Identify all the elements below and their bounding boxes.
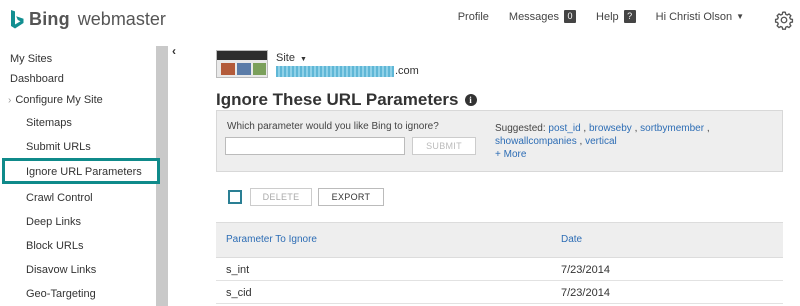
suggestion-link[interactable]: vertical (585, 136, 617, 147)
parameters-table: Parameter To Ignore Date s_int 7/23/2014… (216, 222, 783, 304)
parameter-input[interactable] (225, 137, 405, 155)
more-suggestions-link[interactable]: + More (495, 148, 775, 161)
caret-down-icon: ▼ (300, 56, 307, 63)
main-content: Site ▼ .com Ignore These URL Parameters … (216, 46, 800, 306)
suggested-label: Suggested: (495, 123, 546, 134)
column-header-parameter[interactable]: Parameter To Ignore (226, 234, 317, 245)
suggested-parameters: Suggested: post_id , browseby , sortbyme… (495, 122, 775, 161)
sidebar-item-crawl-control[interactable]: Crawl Control (26, 192, 93, 204)
submit-button[interactable]: SUBMIT (412, 137, 476, 155)
date-cell: 7/23/2014 (561, 287, 610, 299)
site-label: Site (276, 52, 295, 64)
table-row[interactable]: s_int 7/23/2014 (216, 258, 783, 281)
sidebar-item-disavow-links[interactable]: Disavow Links (26, 264, 96, 276)
parameter-cell: s_cid (226, 287, 252, 299)
user-menu[interactable]: Hi Christi Olson ▼ (656, 11, 744, 23)
help-link[interactable]: Help ? (596, 10, 636, 23)
sidebar-item-active-label: Ignore URL Parameters (26, 166, 142, 178)
sidebar-item-dashboard[interactable]: Dashboard (10, 73, 64, 85)
sidebar-item-my-sites[interactable]: My Sites (10, 53, 52, 65)
chevron-right-icon: › (8, 94, 12, 106)
sidebar-item-block-urls[interactable]: Block URLs (26, 240, 83, 252)
ignore-parameter-panel: Which parameter would you like Bing to i… (216, 110, 783, 172)
table-header: Parameter To Ignore Date (216, 222, 783, 258)
user-greeting: Hi Christi Olson (655, 10, 733, 23)
messages-count-badge: 0 (564, 10, 577, 23)
site-thumbnail (216, 50, 268, 78)
parameter-cell: s_int (226, 264, 250, 276)
site-url: .com (276, 65, 419, 77)
parameter-question-label: Which parameter would you like Bing to i… (227, 121, 439, 132)
messages-link[interactable]: Messages 0 (508, 10, 577, 23)
suggestion-link[interactable]: sortbymember (640, 123, 704, 134)
column-header-date[interactable]: Date (561, 234, 582, 245)
help-question-icon: ? (623, 10, 636, 23)
sidebar-item-ignore-url-parameters[interactable]: Ignore URL Parameters (2, 158, 160, 184)
top-header: Bing webmaster Profile Messages 0 Help ?… (0, 0, 800, 40)
redacted-url-mask (276, 65, 394, 77)
delete-button[interactable]: DELETE (250, 188, 312, 206)
bing-webmaster-logo[interactable]: Bing webmaster (10, 9, 166, 30)
top-nav: Profile Messages 0 Help ? Hi Christi Ols… (438, 10, 744, 23)
page-title-text: Ignore These URL Parameters (216, 90, 459, 109)
brand-name: Bing (29, 9, 70, 29)
help-label: Help (596, 10, 619, 23)
profile-link[interactable]: Profile (458, 11, 489, 23)
date-cell: 7/23/2014 (561, 264, 610, 276)
sidebar-item-deep-links[interactable]: Deep Links (26, 216, 81, 228)
page-title: Ignore These URL Parameters i (216, 90, 477, 110)
product-name: webmaster (77, 9, 166, 29)
suggestion-link[interactable]: showallcompanies (495, 136, 577, 147)
site-url-suffix: .com (395, 65, 419, 77)
table-toolbar: DELETE EXPORT (228, 188, 384, 206)
info-icon[interactable]: i (464, 94, 477, 106)
site-selector[interactable]: Site ▼ (276, 52, 307, 64)
gear-icon[interactable] (774, 10, 794, 30)
sidebar-item-geo-targeting[interactable]: Geo-Targeting (26, 288, 96, 300)
sidebar-item-submit-urls[interactable]: Submit URLs (26, 141, 91, 153)
select-all-checkbox[interactable] (228, 190, 242, 204)
suggestion-link[interactable]: browseby (589, 123, 632, 134)
messages-label: Messages (508, 10, 560, 23)
export-button[interactable]: EXPORT (318, 188, 384, 206)
collapse-sidebar-icon[interactable]: ‹ (172, 44, 176, 58)
suggestion-link[interactable]: post_id (548, 123, 580, 134)
sidebar-item-sitemaps[interactable]: Sitemaps (26, 117, 72, 129)
sidebar-item-configure[interactable]: › Configure My Site (8, 94, 103, 106)
sidebar-item-configure-label: Configure My Site (15, 94, 103, 106)
bing-b-logo-icon (11, 9, 24, 28)
table-row[interactable]: s_cid 7/23/2014 (216, 281, 783, 304)
caret-down-icon: ▼ (736, 12, 744, 21)
